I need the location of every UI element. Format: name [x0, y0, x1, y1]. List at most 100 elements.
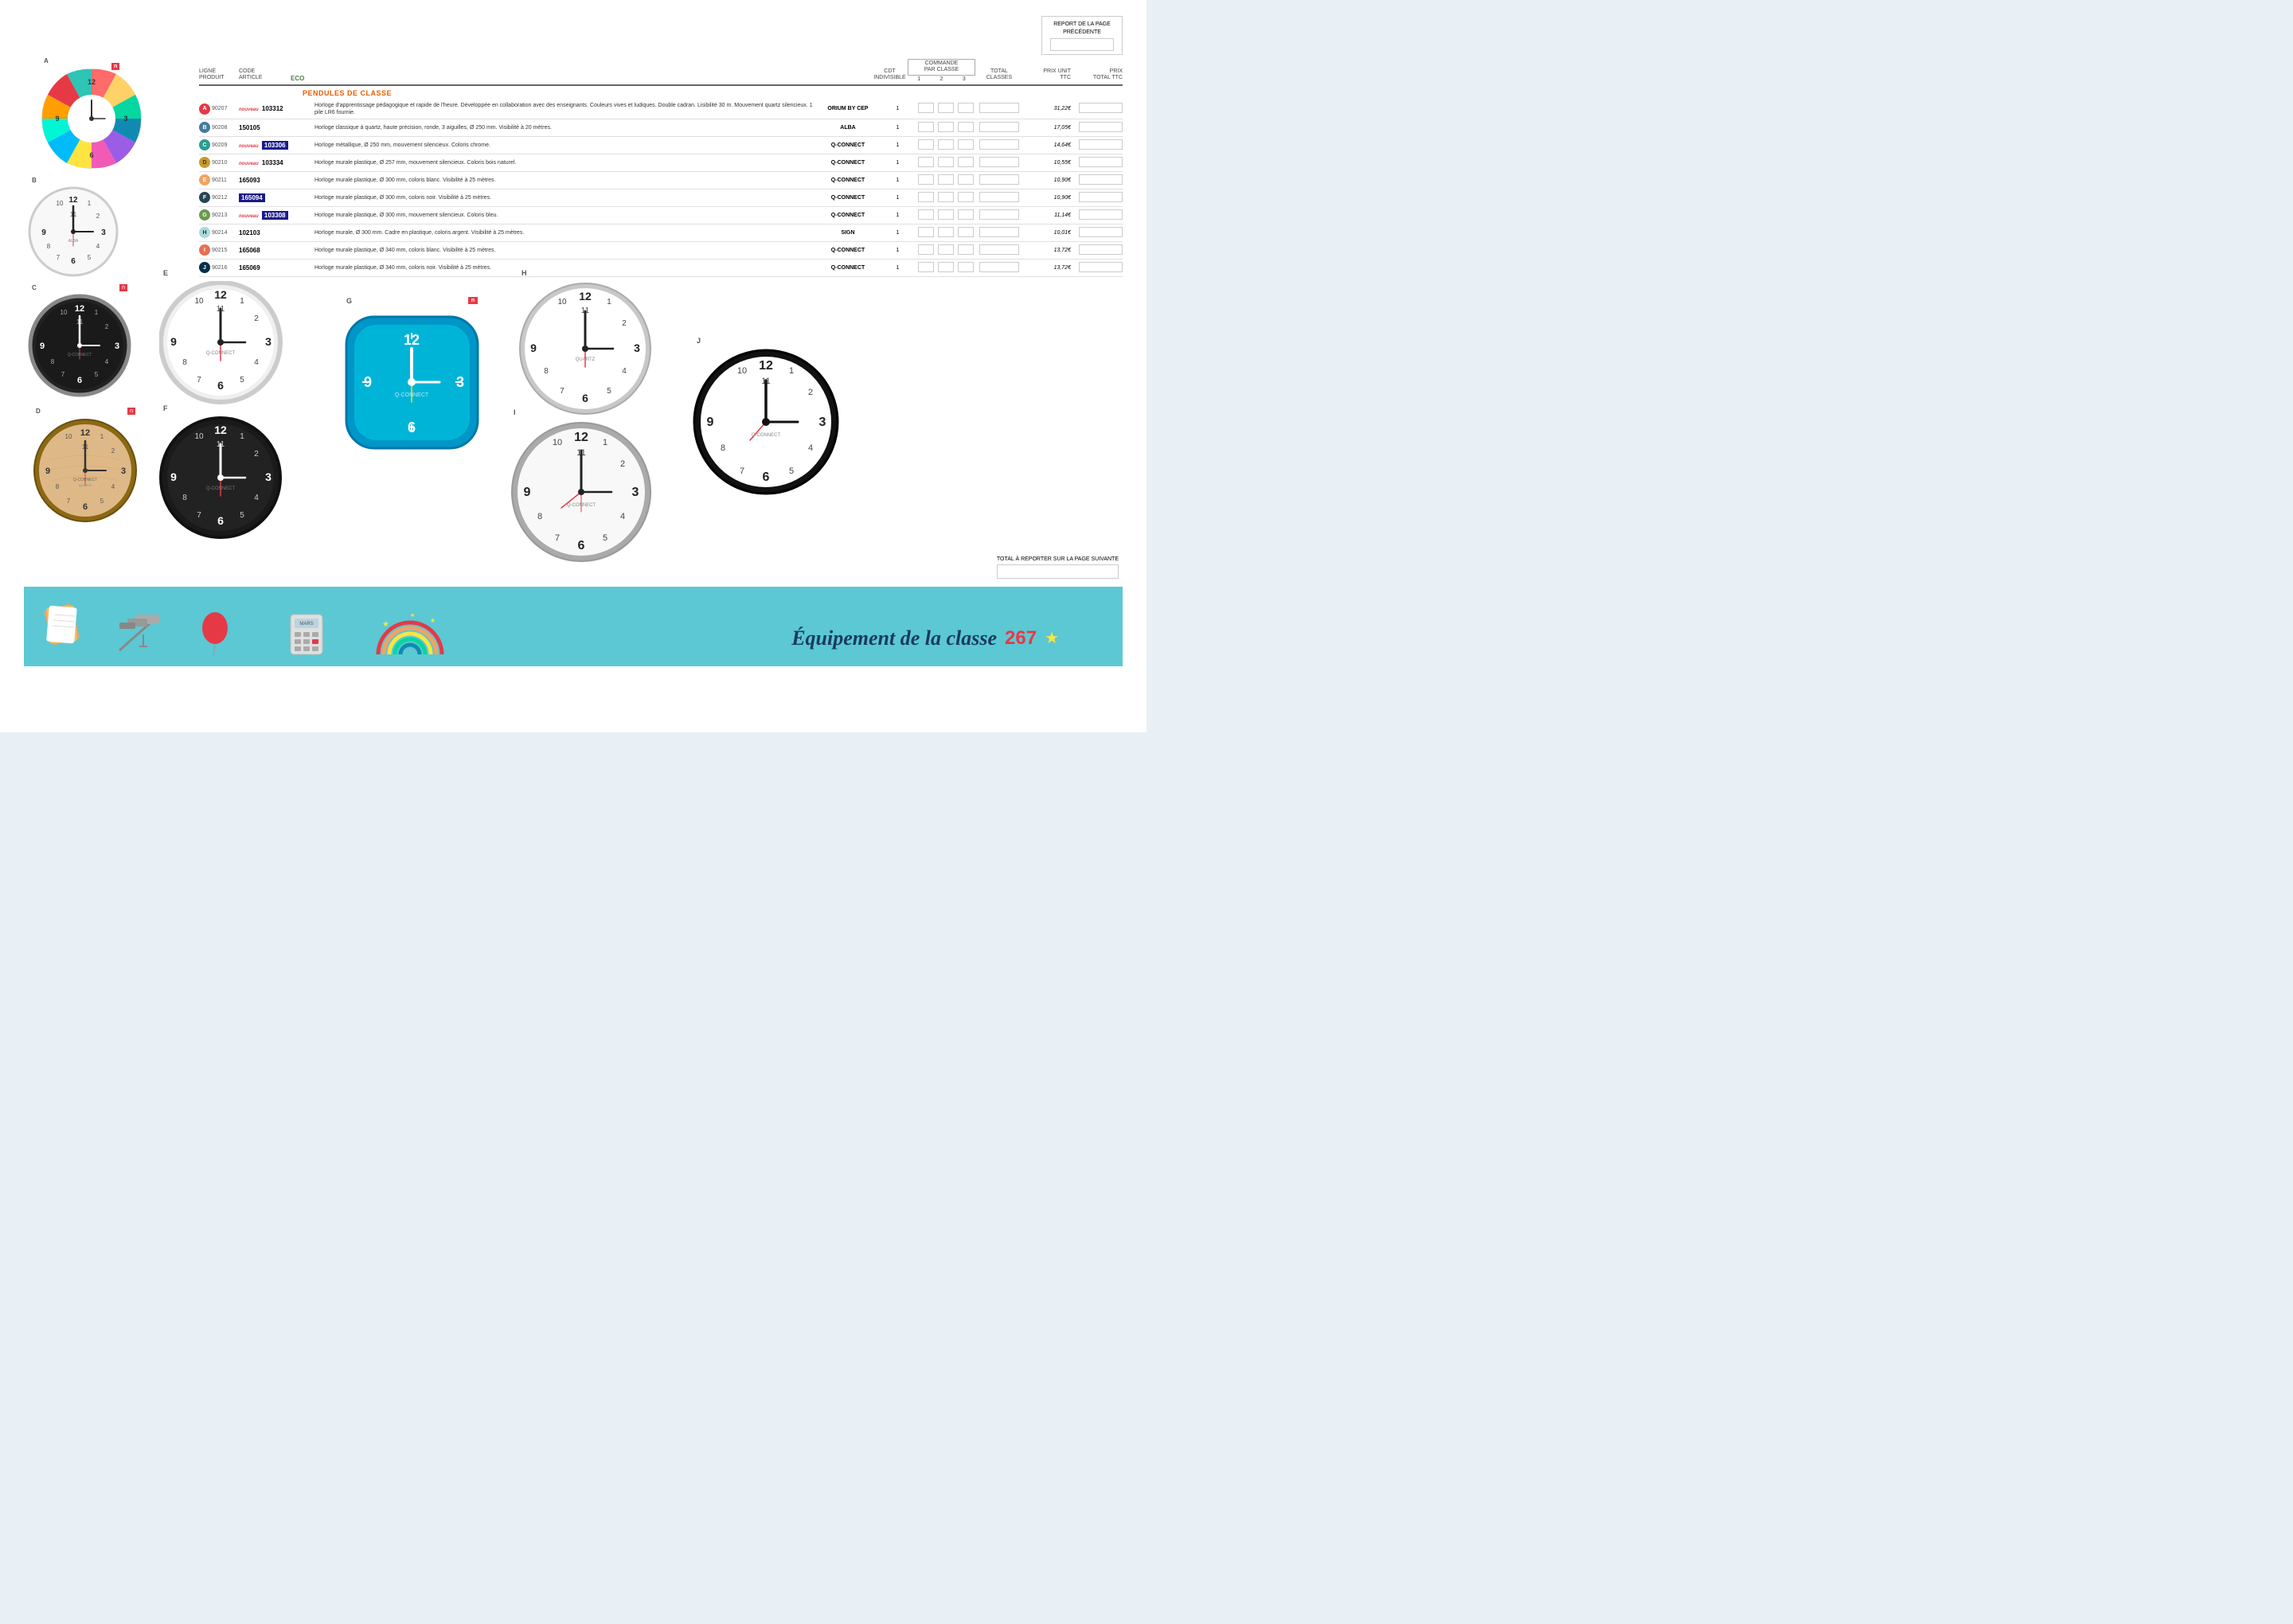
- row-prix-g: 11,14€: [1023, 213, 1071, 218]
- svg-text:2: 2: [96, 213, 100, 220]
- svg-text:6: 6: [89, 151, 93, 159]
- row-total-d[interactable]: [975, 157, 1023, 169]
- svg-text:6: 6: [578, 539, 585, 552]
- row-prix-total-h[interactable]: [1071, 227, 1123, 239]
- row-c1-h[interactable]: [916, 227, 936, 239]
- code-highlight-g: 103308: [262, 211, 288, 220]
- row-code-j: 165069: [239, 264, 291, 271]
- row-total-i[interactable]: [975, 244, 1023, 256]
- row-c2-j[interactable]: [936, 262, 955, 274]
- row-desc-e: Horloge murale plastique, Ø 300 mm, colo…: [314, 177, 816, 184]
- row-prix-total-b[interactable]: [1071, 122, 1123, 134]
- svg-text:2: 2: [622, 319, 627, 328]
- svg-text:12: 12: [574, 431, 588, 444]
- row-prix-total-c[interactable]: [1071, 139, 1123, 151]
- row-c1-j[interactable]: [916, 262, 936, 274]
- row-c1-e[interactable]: [916, 174, 936, 186]
- row-c2-d[interactable]: [936, 157, 955, 169]
- row-c3-d[interactable]: [955, 157, 975, 169]
- svg-text:8: 8: [544, 367, 549, 376]
- clock-a-nouveau: n: [111, 63, 119, 70]
- row-total-f[interactable]: [975, 192, 1023, 204]
- row-c1-b[interactable]: [916, 122, 936, 134]
- page-container: REPORT DE LA PAGE PRÉCÉDENTE n A: [0, 0, 1146, 732]
- row-prix-total-i[interactable]: [1071, 244, 1123, 256]
- total-reporter: TOTAL À REPORTER SUR LA PAGE SUIVANTE: [997, 556, 1119, 579]
- header-col2: 2: [940, 76, 943, 82]
- svg-text:5: 5: [240, 511, 244, 520]
- row-c2-c[interactable]: [936, 139, 955, 151]
- row-c2-i[interactable]: [936, 244, 955, 256]
- row-c3-a[interactable]: [955, 103, 975, 115]
- row-total-c[interactable]: [975, 139, 1023, 151]
- row-c1-g[interactable]: [916, 209, 936, 221]
- svg-text:10: 10: [194, 297, 204, 306]
- row-c1-f[interactable]: [916, 192, 936, 204]
- row-c3-e[interactable]: [955, 174, 975, 186]
- row-prix-total-d[interactable]: [1071, 157, 1123, 169]
- svg-text:6: 6: [217, 379, 224, 392]
- row-cdt-f: 1: [880, 195, 916, 201]
- svg-text:1: 1: [240, 432, 244, 441]
- row-c3-j[interactable]: [955, 262, 975, 274]
- svg-text:6: 6: [763, 470, 770, 484]
- row-c2-f[interactable]: [936, 192, 955, 204]
- row-c2-e[interactable]: [936, 174, 955, 186]
- clock-j-item: J 12 6 9 3 11 10 1 2 4 5 7 8 Q-CONN: [693, 349, 840, 500]
- total-reporter-box: [997, 564, 1119, 579]
- ligne-num-j: 90216: [212, 265, 227, 271]
- row-prix-total-e[interactable]: [1071, 174, 1123, 186]
- clock-j-svg: 12 6 9 3 11 10 1 2 4 5 7 8 Q-CONNECT: [693, 349, 840, 496]
- row-total-h[interactable]: [975, 227, 1023, 239]
- row-c1-d[interactable]: [916, 157, 936, 169]
- row-c3-c[interactable]: [955, 139, 975, 151]
- code-b: 150105: [239, 124, 260, 131]
- row-brand-a: ORIUM BY CEP: [816, 106, 880, 111]
- row-c1-c[interactable]: [916, 139, 936, 151]
- row-c3-g[interactable]: [955, 209, 975, 221]
- row-prix-total-j[interactable]: [1071, 262, 1123, 274]
- footer-deco-rainbow: ★ ★ ★: [374, 611, 446, 662]
- row-prix-total-g[interactable]: [1071, 209, 1123, 221]
- row-total-j[interactable]: [975, 262, 1023, 274]
- svg-text:Q-CONNECT: Q-CONNECT: [395, 392, 429, 398]
- svg-text:5: 5: [603, 533, 607, 543]
- row-total-b[interactable]: [975, 122, 1023, 134]
- svg-text:12: 12: [579, 290, 592, 303]
- row-c2-h[interactable]: [936, 227, 955, 239]
- row-c3-i[interactable]: [955, 244, 975, 256]
- row-total-g[interactable]: [975, 209, 1023, 221]
- row-cdt-c: 1: [880, 142, 916, 148]
- row-c3-f[interactable]: [955, 192, 975, 204]
- row-desc-a: Horloge d'apprentissage pédagogique et r…: [314, 102, 816, 116]
- code-h: 102103: [239, 229, 260, 236]
- product-row-f: F 90212 165094 Horloge murale plastique,…: [199, 189, 1123, 207]
- footer-area: MARS ★ ★ ★ Équipement de la classe 267 ★: [24, 587, 1123, 666]
- footer-telescope-icon: [111, 603, 167, 658]
- clock-h-item: H 12 6 9 3 11 10 1 2 4 5 7 8 QUARTZ: [518, 281, 653, 420]
- row-prix-total-f[interactable]: [1071, 192, 1123, 204]
- product-row-e: E 90211 165093 Horloge murale plastique,…: [199, 172, 1123, 189]
- svg-text:6: 6: [582, 392, 588, 404]
- row-c2-g[interactable]: [936, 209, 955, 221]
- row-c2-a[interactable]: [936, 103, 955, 115]
- clock-a-svg: 12 3 6 9: [40, 67, 143, 170]
- ligne-num-d: 90210: [212, 160, 227, 166]
- row-prix-total-a[interactable]: [1071, 103, 1123, 115]
- product-row-a: A 90207 nouveau 103312 Horloge d'apprent…: [199, 100, 1123, 119]
- row-ligne-c: C 90209: [199, 139, 239, 150]
- row-brand-g: Q-CONNECT: [816, 213, 880, 218]
- row-c2-b[interactable]: [936, 122, 955, 134]
- row-total-e[interactable]: [975, 174, 1023, 186]
- svg-text:2: 2: [254, 314, 259, 323]
- row-prix-h: 10,01€: [1023, 230, 1071, 236]
- clock-e-label: E: [163, 269, 168, 277]
- ligne-num-h: 90214: [212, 230, 227, 236]
- row-c1-a[interactable]: [916, 103, 936, 115]
- row-c3-b[interactable]: [955, 122, 975, 134]
- svg-text:3: 3: [634, 342, 640, 354]
- row-total-a[interactable]: [975, 103, 1023, 115]
- row-c3-h[interactable]: [955, 227, 975, 239]
- product-row-g: G 90213 nouveau 103308 Horloge murale pl…: [199, 207, 1123, 224]
- row-c1-i[interactable]: [916, 244, 936, 256]
